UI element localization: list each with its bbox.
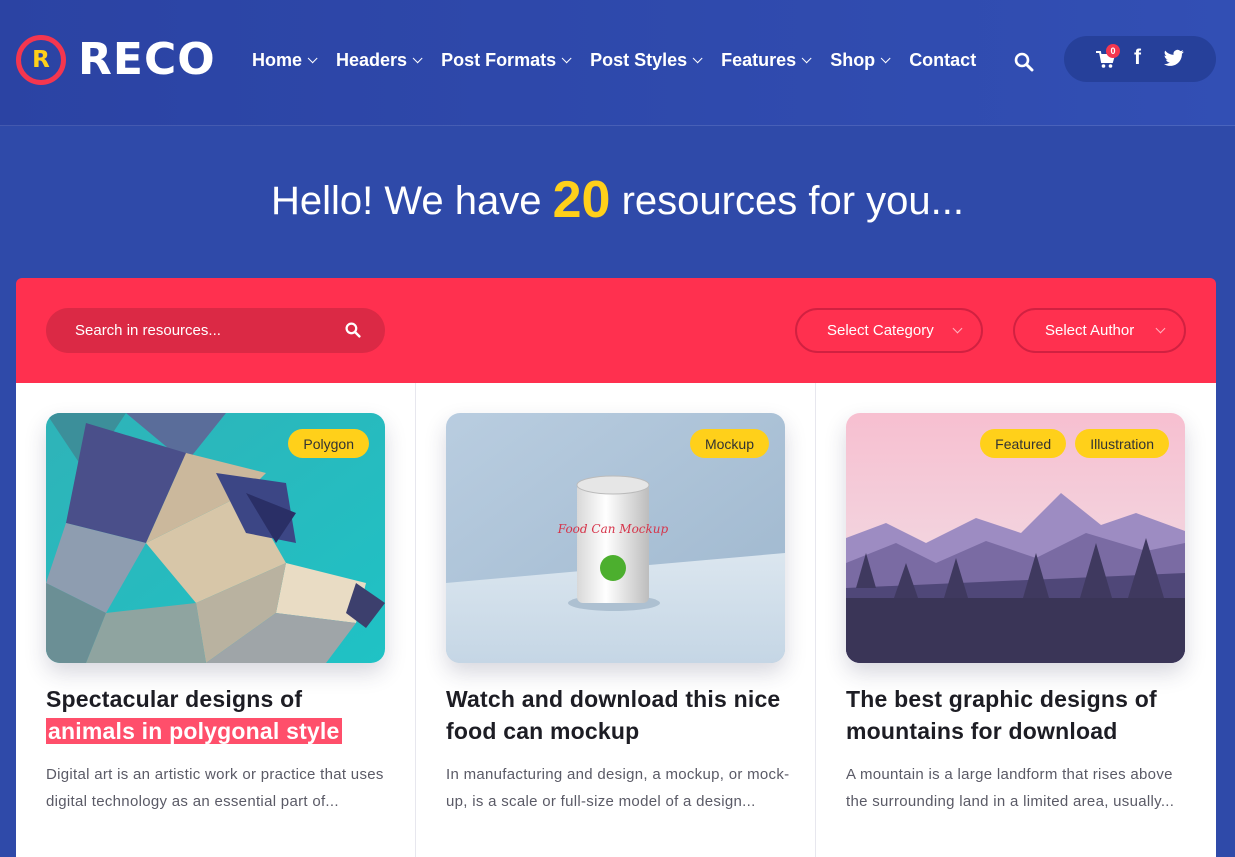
author-select-label: Select Author: [1045, 322, 1135, 339]
resource-search: [46, 308, 385, 353]
card-excerpt: In manufacturing and design, a mockup, o…: [446, 766, 790, 810]
resource-card: Featured Illustration The best graphic d…: [815, 383, 1215, 857]
chevron-down-icon: [880, 53, 891, 64]
nav-item-label: Post Formats: [441, 50, 557, 70]
card-title[interactable]: Watch and download this nice food can mo…: [446, 683, 796, 747]
nav-item-label: Shop: [830, 50, 876, 70]
nav-item-contact[interactable]: Contact: [909, 50, 976, 71]
tag-illustration[interactable]: Illustration: [1075, 429, 1169, 458]
twitter-icon[interactable]: [1164, 49, 1184, 67]
card-excerpt: Digital art is an artistic work or pract…: [46, 766, 384, 810]
category-select-label: Select Category: [827, 322, 934, 339]
chevron-down-icon: [412, 53, 423, 64]
search-icon[interactable]: [345, 322, 361, 338]
card-title[interactable]: Spectacular designs of animals in polygo…: [46, 683, 396, 747]
card-image-polygon-dog[interactable]: Polygon: [46, 413, 385, 663]
chevron-down-icon: [952, 323, 963, 334]
nav-item-headers[interactable]: Headers: [336, 50, 423, 71]
nav-item-shop[interactable]: Shop: [830, 50, 891, 71]
category-select[interactable]: Select Category: [795, 308, 983, 353]
nav-item-post-formats[interactable]: Post Formats: [441, 50, 572, 71]
facebook-icon[interactable]: f: [1134, 46, 1141, 70]
resource-count: 20: [552, 171, 611, 229]
nav-item-label: Contact: [909, 50, 977, 70]
chevron-down-icon: [307, 53, 318, 64]
logo-text: RECO: [78, 34, 216, 85]
tag-featured[interactable]: Featured: [980, 429, 1067, 458]
card-tags: Featured Illustration: [971, 429, 1169, 458]
logo-letter: R: [32, 46, 50, 73]
tag-mockup[interactable]: Mockup: [689, 429, 769, 458]
filter-bar: Select Category Select Author: [16, 278, 1216, 383]
resource-card: Polygon Spectacular designs of animals i…: [16, 383, 416, 857]
chevron-down-icon: [692, 53, 703, 64]
search-icon[interactable]: [1014, 52, 1034, 72]
site-header: R RECO Home Headers Post Formats Post St…: [0, 0, 1235, 126]
chevron-down-icon: [561, 53, 572, 64]
card-title-highlight: animals in polygonal style: [46, 718, 342, 744]
can-label-text: Food Can Mockup: [557, 522, 669, 536]
nav-item-label: Features: [721, 50, 797, 70]
card-image-food-can[interactable]: Food Can Mockup Mockup: [446, 413, 785, 663]
nav-item-label: Home: [252, 50, 303, 70]
card-excerpt: A mountain is a large landform that rise…: [846, 766, 1175, 810]
nav-item-post-styles[interactable]: Post Styles: [590, 50, 703, 71]
hero-heading: Hello! We have 20 resources for you...: [0, 170, 1235, 230]
main-nav: Home Headers Post Formats Post Styles Fe…: [252, 50, 998, 71]
hero-prefix: Hello! We have: [271, 179, 542, 223]
logo-mark: R: [16, 34, 66, 85]
nav-item-features[interactable]: Features: [721, 50, 812, 71]
card-image-mountains[interactable]: Featured Illustration: [846, 413, 1185, 663]
header-actions: 0 f: [1064, 36, 1216, 82]
nav-item-label: Headers: [336, 50, 408, 70]
card-tags: Mockup: [681, 429, 769, 458]
resource-card: Food Can Mockup Mockup Watch and downloa…: [415, 383, 815, 857]
cart-count-badge: 0: [1106, 44, 1120, 58]
nav-item-home[interactable]: Home: [252, 50, 318, 71]
resource-grid: Polygon Spectacular designs of animals i…: [16, 383, 1216, 857]
hero-suffix: resources for you...: [621, 179, 964, 223]
card-title[interactable]: The best graphic designs of mountains fo…: [846, 683, 1196, 747]
tag-polygon[interactable]: Polygon: [288, 429, 369, 458]
nav-item-label: Post Styles: [590, 50, 688, 70]
logo[interactable]: R RECO: [16, 34, 216, 85]
chevron-down-icon: [1155, 323, 1166, 334]
chevron-down-icon: [801, 53, 812, 64]
card-title-text: Spectacular designs of: [46, 686, 303, 712]
search-input[interactable]: [75, 322, 335, 339]
card-tags: Polygon: [279, 429, 369, 458]
author-select[interactable]: Select Author: [1013, 308, 1186, 353]
